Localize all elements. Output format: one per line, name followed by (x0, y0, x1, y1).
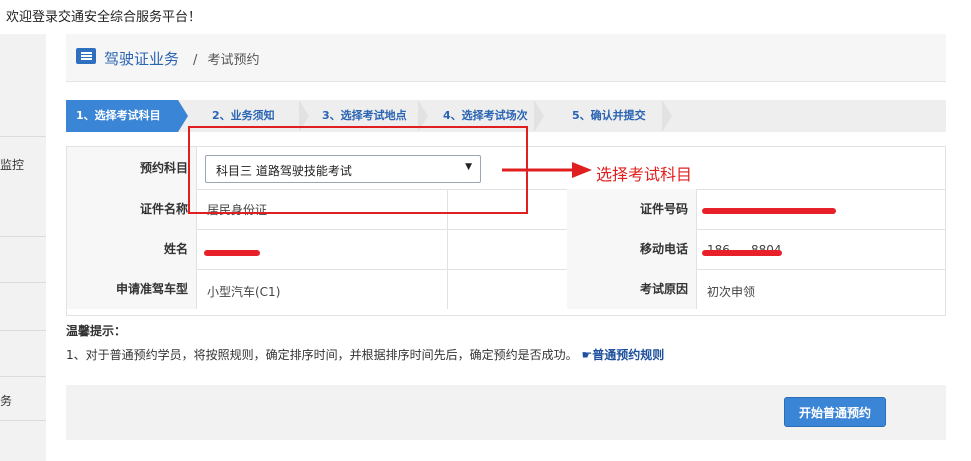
sidebar-divider (0, 236, 46, 237)
redaction-mark (204, 250, 260, 256)
step-arrow (534, 100, 544, 132)
reason-value: 初次申领 (707, 285, 756, 299)
car-type-value: 小型汽车(C1) (207, 285, 281, 299)
sidebar-item-monitor[interactable]: 监控 (0, 156, 24, 173)
phone-label: 移动电话 (567, 229, 697, 269)
cert-name-label: 证件名称 (67, 189, 197, 229)
cell-divider (447, 229, 448, 269)
welcome-text: 欢迎登录交通安全综合服务平台！ (6, 10, 202, 25)
cell-divider (447, 269, 448, 309)
step-1[interactable]: 1、选择考试科目 (66, 100, 178, 132)
sidebar-divider (0, 420, 46, 421)
breadcrumb-sub: 考试预约 (207, 53, 260, 68)
highlight-box (188, 126, 528, 214)
start-reservation-button[interactable]: 开始普通预约 (784, 397, 886, 427)
step-5[interactable]: 5、确认并提交 (572, 100, 646, 132)
name-label: 姓名 (67, 229, 197, 269)
sidebar-divider (0, 282, 46, 283)
list-icon (76, 48, 96, 64)
rules-link[interactable]: ☛普通预约规则 (581, 348, 664, 362)
breadcrumb-separator: / (193, 53, 198, 68)
breadcrumb-current: / 考试预约 (193, 49, 260, 68)
step-arrow (178, 100, 188, 132)
breadcrumb-main[interactable]: 驾驶证业务 (104, 48, 179, 69)
breadcrumb: 驾驶证业务 / 考试预约 (66, 34, 946, 82)
action-bar: 开始普通预约 (66, 385, 946, 440)
car-type-label: 申请准驾车型 (67, 269, 197, 309)
form-row-cartype: 申请准驾车型 小型汽车(C1) 考试原因 初次申领 (67, 269, 945, 309)
reason-label: 考试原因 (567, 269, 697, 309)
sidebar-divider (0, 330, 46, 331)
step-arrow (662, 100, 672, 132)
redaction-mark (702, 250, 782, 256)
tips-text: 1、对于普通预约学员，将按照规则，确定排序时间，并根据排序时间先后，确定预约是否… (66, 346, 664, 363)
sidebar-divider (0, 136, 46, 137)
annotation-text: 选择考试科目 (596, 165, 693, 184)
arrow-right-icon (502, 162, 592, 178)
sidebar-divider (0, 376, 46, 377)
tips-title: 温馨提示： (66, 324, 127, 338)
redaction-mark (702, 208, 836, 214)
sidebar-item-service[interactable]: 务 (0, 392, 12, 409)
subject-label: 预约科目 (67, 147, 197, 189)
tips-line: 1、对于普通预约学员，将按照规则，确定排序时间，并根据排序时间先后，确定预约是否… (66, 348, 578, 362)
form-row-name: 姓名 移动电话 186 8804 (67, 229, 945, 270)
sidebar: 监控 务 (0, 34, 46, 461)
cert-no-label: 证件号码 (567, 189, 697, 229)
